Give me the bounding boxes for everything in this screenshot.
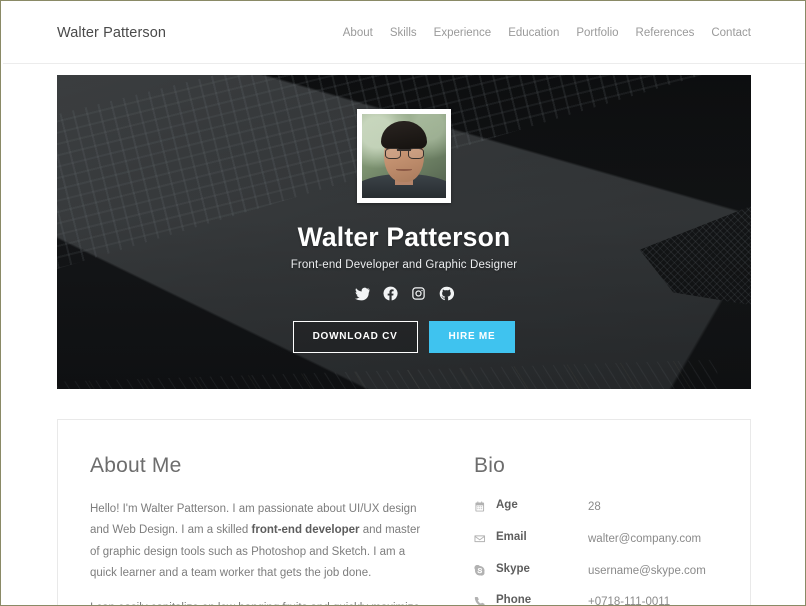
social-links — [354, 286, 454, 301]
bio-value-age: 28 — [588, 501, 601, 513]
about-paragraph-1: Hello! I'm Walter Patterson. I am passio… — [90, 499, 430, 584]
hero-content: Walter Patterson Front-end Developer and… — [57, 75, 751, 389]
nav-link-about[interactable]: About — [343, 27, 373, 39]
bio-table: Age 28 Email walter@company.com Skype us… — [474, 499, 718, 606]
bio-key-email: Email — [496, 530, 527, 543]
calendar-icon — [474, 499, 496, 531]
bio-value-email[interactable]: walter@company.com — [588, 531, 718, 563]
bio-row-phone: Phone +0718-111-0011 — [474, 594, 718, 606]
about-paragraph-2: I can easily capitalize on low hanging f… — [90, 598, 430, 605]
bio-value-phone[interactable]: +0718-111-0011 — [588, 594, 718, 605]
hero-cta-buttons: DOWNLOAD CV HIRE ME — [292, 321, 516, 353]
main-navigation: About Skills Experience Education Portfo… — [343, 27, 751, 39]
nav-link-experience[interactable]: Experience — [434, 27, 492, 39]
hero-section-wrapper: Walter Patterson Front-end Developer and… — [3, 64, 805, 389]
brand-logo-text[interactable]: Walter Patterson — [57, 25, 166, 41]
avatar-glasses-bridge — [397, 149, 411, 151]
about-me-heading: About Me — [90, 454, 182, 477]
nav-link-education[interactable]: Education — [508, 27, 559, 39]
facebook-icon[interactable] — [382, 286, 398, 301]
nav-link-contact[interactable]: Contact — [711, 27, 751, 39]
about-column: About Me Hello! I'm Walter Patterson. I … — [90, 454, 430, 605]
hero-banner: Walter Patterson Front-end Developer and… — [57, 75, 751, 389]
hero-subtitle: Front-end Developer and Graphic Designer — [290, 259, 518, 271]
bio-value-skype[interactable]: username@skype.com — [588, 563, 718, 595]
twitter-icon[interactable] — [354, 286, 370, 301]
nav-link-skills[interactable]: Skills — [390, 27, 417, 39]
about-paragraph-1-emphasis: front-end developer — [251, 524, 360, 537]
bio-key-skype: Skype — [496, 562, 530, 575]
bio-key-phone: Phone — [496, 594, 532, 606]
hero-name: Walter Patterson — [297, 222, 511, 252]
nav-link-portfolio[interactable]: Portfolio — [576, 27, 618, 39]
page-root: Walter Patterson About Skills Experience… — [2, 2, 805, 606]
nav-link-references[interactable]: References — [636, 27, 695, 39]
about-bio-card: About Me Hello! I'm Walter Patterson. I … — [57, 419, 751, 606]
hire-me-button[interactable]: HIRE ME — [428, 321, 516, 353]
bio-key-age: Age — [496, 499, 518, 511]
bio-row-age: Age 28 — [474, 499, 718, 531]
bio-row-skype: Skype username@skype.com — [474, 563, 718, 595]
phone-icon — [474, 594, 496, 605]
skype-icon — [474, 563, 496, 595]
github-icon[interactable] — [439, 286, 454, 301]
bio-heading: Bio — [474, 454, 505, 477]
site-header: Walter Patterson About Skills Experience… — [3, 3, 805, 64]
about-section-wrapper: About Me Hello! I'm Walter Patterson. I … — [3, 389, 805, 606]
bio-row-email: Email walter@company.com — [474, 531, 718, 563]
instagram-icon[interactable] — [411, 286, 426, 301]
bio-column: Bio Age 28 Email walter@company.com Skyp… — [460, 454, 718, 606]
avatar — [357, 109, 451, 203]
browser-viewport-frame: Walter Patterson About Skills Experience… — [0, 0, 806, 606]
envelope-icon — [474, 531, 496, 563]
download-cv-button[interactable]: DOWNLOAD CV — [292, 321, 418, 353]
